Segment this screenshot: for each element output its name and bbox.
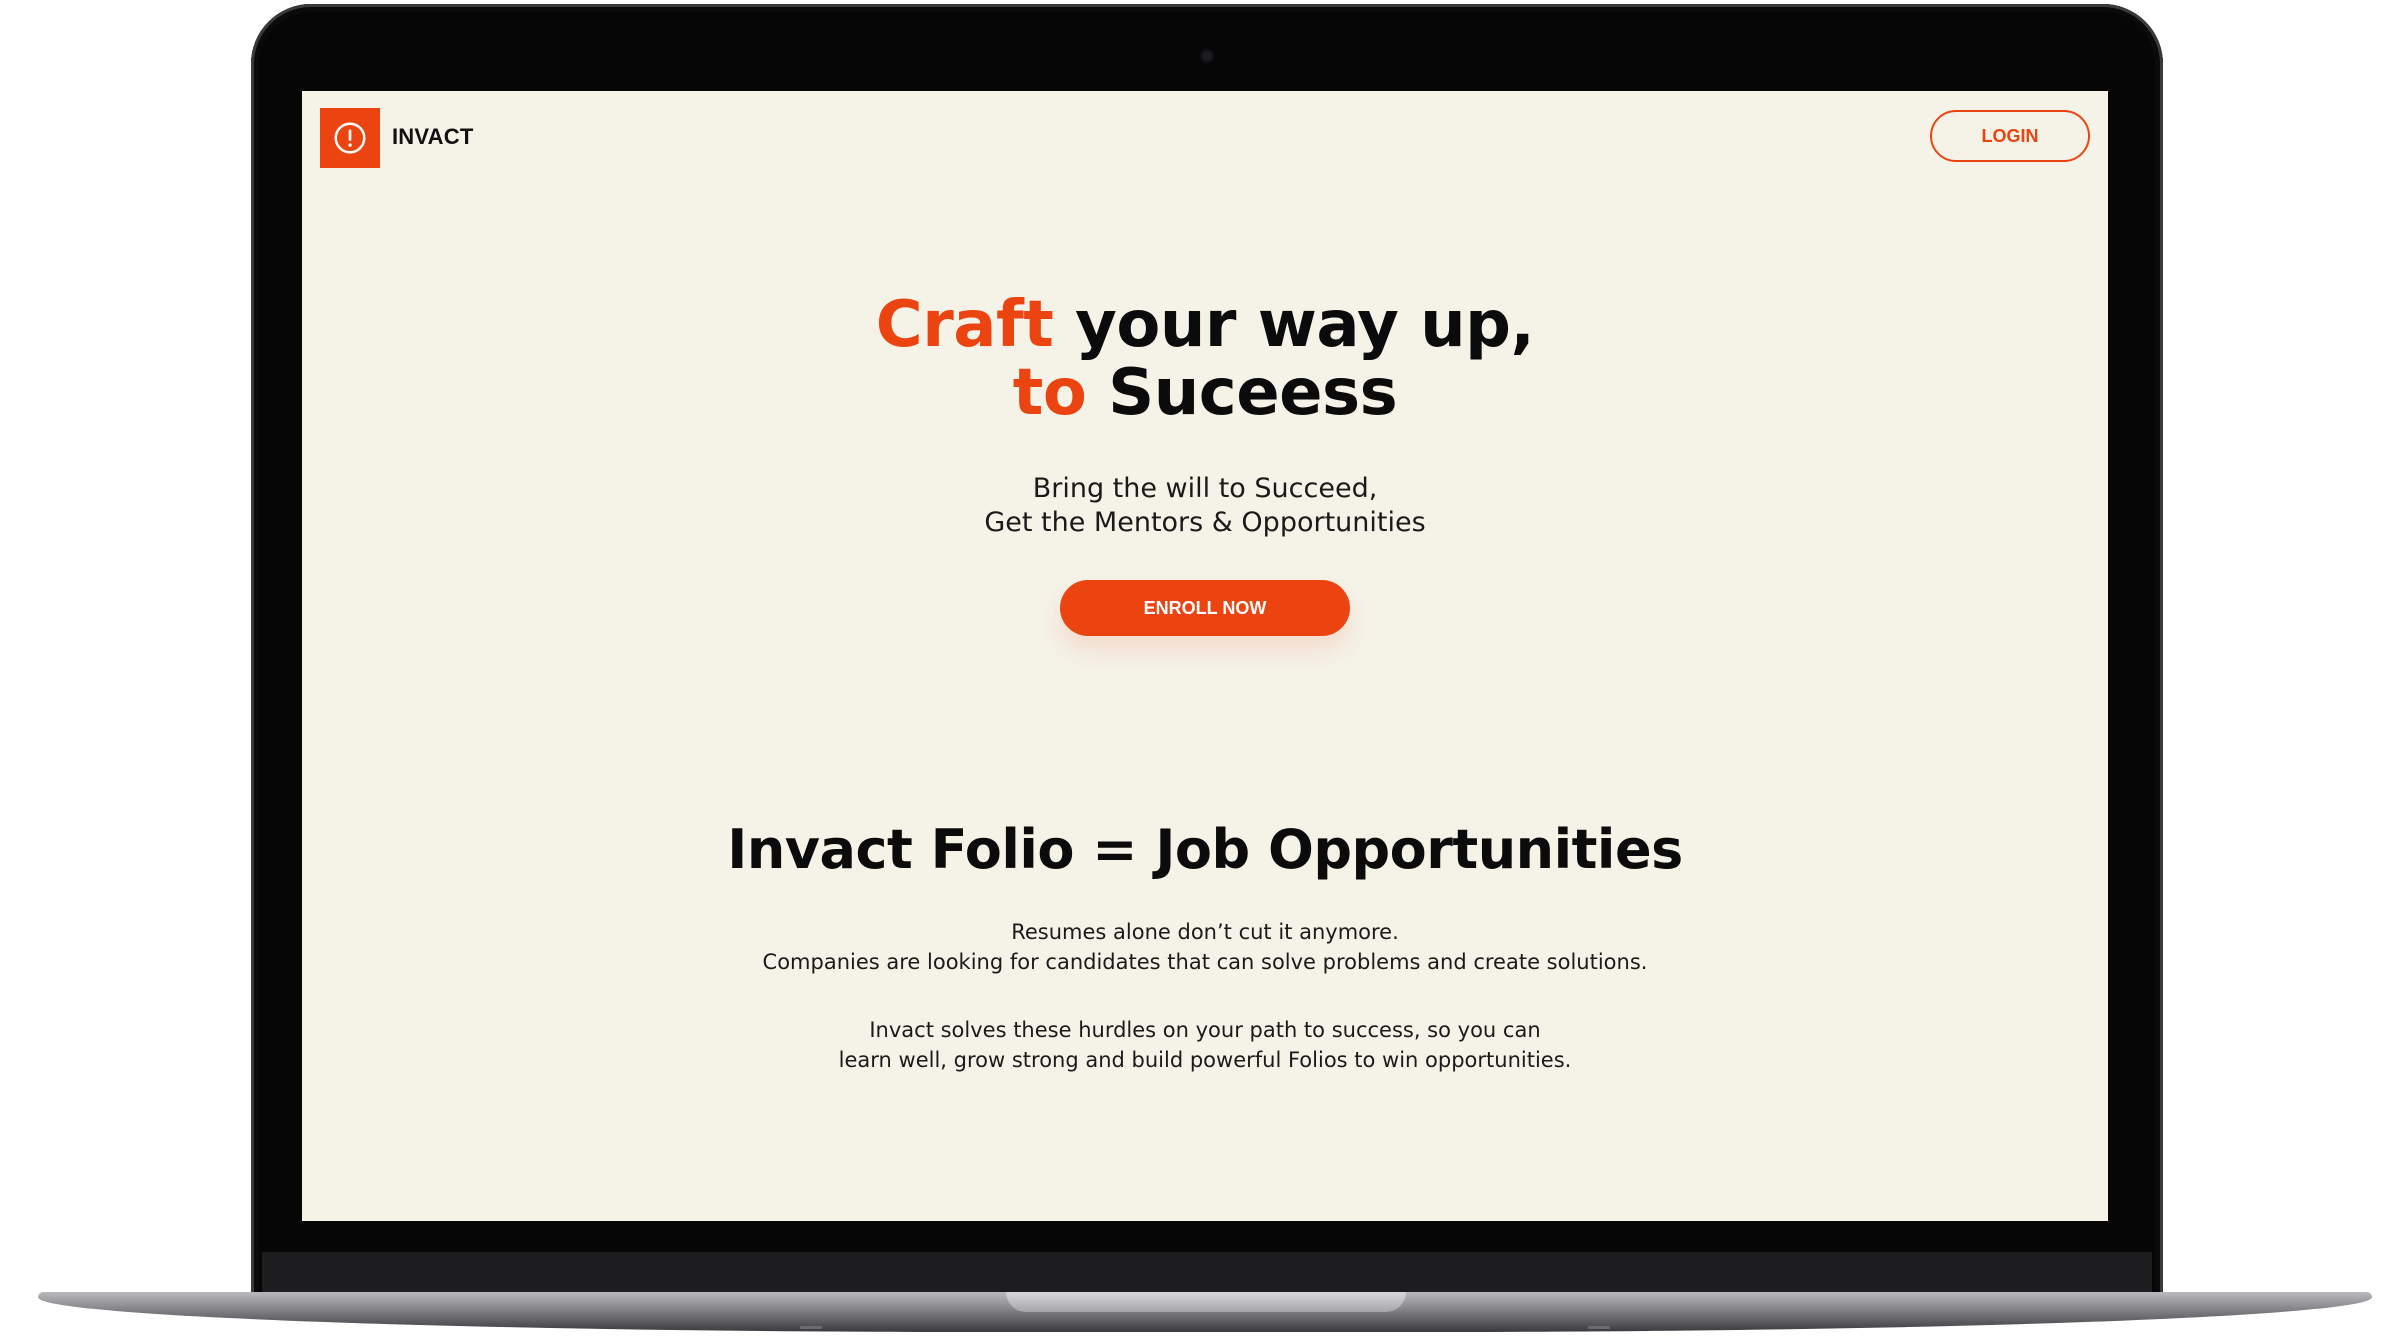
hero-title-accent-word: to [1012,356,1087,430]
hero-title-accent-word: Craft [875,288,1054,362]
laptop-mockup: INVACT LOGIN Craft your way up, to Sucee… [0,0,2400,1344]
laptop-foot [800,1326,822,1329]
hero-subtitle-line: Get the Mentors & Opportunities [984,507,1426,538]
brand-logo[interactable] [320,108,380,168]
hero-title: Craft your way up, to Suceess [302,291,2108,427]
exclamation-circle-icon [334,122,366,154]
login-button[interactable]: LOGIN [1930,110,2090,162]
webcam [1202,51,1212,61]
hero-subtitle-line: Bring the will to Succeed, [1032,473,1378,504]
folio-paragraph-2: Invact solves these hurdles on your path… [302,1015,2108,1075]
laptop-hinge-notch [1006,1292,1406,1312]
hero-title-text: your way up, [1053,288,1535,362]
laptop-foot [1588,1326,1610,1329]
paragraph-line: Invact solves these hurdles on your path… [869,1018,1541,1042]
brand-name[interactable]: INVACT [392,124,473,150]
folio-paragraph-1: Resumes alone don’t cut it anymore. Comp… [302,917,2108,977]
browser-viewport: INVACT LOGIN Craft your way up, to Sucee… [302,91,2108,1221]
paragraph-line: Companies are looking for candidates tha… [762,950,1648,974]
paragraph-line: Resumes alone don’t cut it anymore. [1011,920,1399,944]
hero-subtitle: Bring the will to Succeed, Get the Mento… [302,472,2108,540]
enroll-now-button[interactable]: ENROLL NOW [1060,580,1350,636]
paragraph-line: learn well, grow strong and build powerf… [838,1048,1572,1072]
hero-title-text: Suceess [1086,356,1398,430]
folio-section-title: Invact Folio = Job Opportunities [727,818,1683,881]
